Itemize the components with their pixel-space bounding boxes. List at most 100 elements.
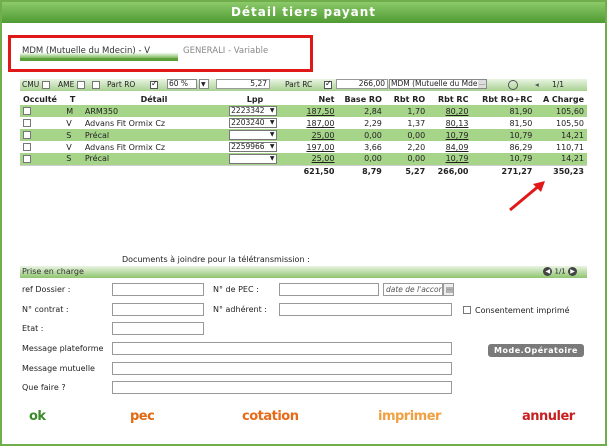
total-rbt-ro: 5,27	[384, 164, 429, 177]
message-plateforme-input[interactable]	[112, 342, 452, 355]
part-rc-value[interactable]: 266,00	[336, 79, 388, 89]
col-rbt-ro-rc: Rbt RO+RC	[482, 95, 533, 104]
ame-checkbox[interactable]	[76, 81, 85, 89]
no-contrat-label: N° contrat :	[22, 305, 69, 314]
row-type: V	[63, 117, 82, 129]
row-net[interactable]: 187,00	[283, 117, 338, 129]
tab-mdm[interactable]: MDM (Mutuelle du Mdecin) - V	[20, 44, 178, 61]
occulte-checkbox[interactable]	[23, 107, 31, 115]
row-rbt-rc[interactable]: 84,09	[428, 141, 472, 153]
row-type: S	[63, 153, 82, 165]
cmu-checkbox[interactable]	[41, 81, 50, 89]
consentement-checkbox[interactable]	[463, 306, 471, 314]
col-a-charge: A Charge	[542, 95, 584, 104]
row-type: V	[63, 141, 82, 153]
ok-button[interactable]: ok	[29, 409, 46, 424]
col-type: T	[69, 95, 76, 104]
lpp-select[interactable]: ▼	[229, 153, 278, 164]
cotation-button[interactable]: cotation	[242, 409, 299, 424]
occulte-checkbox[interactable]	[23, 143, 31, 151]
ame-label: AME	[58, 80, 75, 89]
row-rbt-total: 10,79	[471, 129, 536, 141]
options-bar: CMU AME Part RO 60 % ▼ 5,27 Part RC 266,…	[20, 79, 587, 91]
part-ro-value[interactable]: 5,27	[216, 79, 270, 89]
occulte-checkbox[interactable]	[23, 154, 31, 163]
totals-row: 621,50 8,79 5,27 266,00 271,27 350,23	[20, 164, 587, 177]
part-ro-percent-select[interactable]: 60 %	[167, 79, 197, 89]
col-rbt-rc: Rbt RC	[437, 95, 469, 104]
annuler-button[interactable]: annuler	[522, 409, 575, 424]
que-faire-label: Que faire ?	[22, 383, 66, 392]
part-rc-checkbox[interactable]	[324, 79, 332, 89]
row-detail: Précal	[81, 153, 227, 165]
next-icon[interactable]: ▶	[568, 267, 577, 276]
row-net[interactable]: 25,00	[283, 153, 338, 165]
part-rc-label: Part RC	[285, 80, 313, 89]
pec-button[interactable]: pec	[130, 409, 155, 424]
table-row[interactable]: S Précal ▼ 25,00 0,00 0,00 10,79 10,79 1…	[20, 153, 587, 165]
cmu-label: CMU	[22, 80, 40, 89]
tiers-payant-window: Détail tiers payant MDM (Mutuelle du Mde…	[0, 0, 607, 446]
tab-generali[interactable]: GENERALI - Variable	[183, 46, 268, 56]
lpp-select[interactable]: 2223342 ▼	[229, 106, 278, 116]
table-row[interactable]: M ARM350 2223342 ▼ 187,50 2,84 1,70 80,20…	[20, 105, 587, 117]
no-adherent-input[interactable]	[279, 303, 452, 316]
row-net[interactable]: 187,50	[283, 105, 338, 117]
part-ro-checkbox[interactable]	[92, 81, 100, 89]
mode-operatoire-button[interactable]: Mode.Opératoire	[488, 344, 584, 357]
table-row[interactable]: V Advans Fit Ormix Cz 2203240 ▼ 187,00 2,…	[20, 117, 587, 129]
que-faire-input[interactable]	[112, 381, 452, 394]
prise-en-charge-bar: Prise en charge ◀ 1/1 ▶	[20, 266, 587, 278]
documents-label: Documents à joindre pour la télétransmis…	[122, 255, 310, 264]
row-detail: Advans Fit Ormix Cz	[81, 141, 227, 153]
mutuelle-select[interactable]: MDM (Mutuelle du Mdecin)…	[389, 79, 487, 89]
imprimer-button[interactable]: imprimer	[378, 409, 441, 424]
row-rbt-rc[interactable]: 80,20	[428, 105, 472, 117]
ref-dossier-label: ref Dossier :	[22, 285, 71, 294]
row-rbt-total: 86,29	[471, 141, 536, 153]
refresh-icon[interactable]	[508, 80, 518, 90]
table-row[interactable]: S Précal ▼ 25,00 0,00 0,00 10,79 10,79 1…	[20, 129, 587, 141]
lpp-select[interactable]: 2259966 ▼	[229, 142, 278, 152]
col-detail: Détail	[140, 95, 168, 104]
row-rbt-rc[interactable]: 10,79	[428, 129, 472, 141]
row-rbt-total: 81,90	[471, 105, 536, 117]
table-row[interactable]: V Advans Fit Ormix Cz 2259966 ▼ 197,00 3,…	[20, 141, 587, 153]
prev-icon[interactable]: ◀	[543, 267, 553, 276]
occulte-checkbox[interactable]	[23, 131, 31, 139]
row-rbt-ro: 1,70	[384, 105, 429, 117]
row-base-ro: 2,84	[337, 105, 385, 117]
etat-input[interactable]	[112, 322, 204, 335]
ref-dossier-input[interactable]	[112, 283, 204, 296]
row-net[interactable]: 197,00	[283, 141, 338, 153]
calendar-icon[interactable]: ▤	[443, 283, 454, 296]
row-rbt-rc[interactable]: 80,13	[428, 117, 472, 129]
row-rbt-total: 10,79	[471, 153, 536, 165]
row-charge: 14,21	[535, 153, 587, 165]
row-base-ro: 3,66	[337, 141, 385, 153]
window-title: Détail tiers payant	[2, 2, 605, 23]
col-rbt-ro: Rbt RO	[393, 95, 426, 104]
no-adherent-label: N° adhérent :	[213, 305, 267, 314]
lpp-select[interactable]: ▼	[229, 130, 278, 140]
part-ro-enabled-checkbox[interactable]	[150, 79, 158, 89]
row-net[interactable]: 25,00	[283, 129, 338, 141]
row-detail: ARM350	[81, 105, 227, 117]
occulte-checkbox[interactable]	[23, 119, 31, 127]
detail-table: Occulté T Détail Lpp Net Base RO Rbt RO …	[20, 94, 587, 177]
mutuelle-select-dropdown-icon[interactable]: …	[478, 80, 486, 88]
no-pec-input[interactable]	[279, 283, 379, 296]
total-charge: 350,23	[535, 164, 587, 177]
no-contrat-input[interactable]	[112, 303, 204, 316]
row-rbt-rc[interactable]: 10,79	[428, 153, 472, 165]
part-ro-percent-dropdown[interactable]: ▼	[199, 79, 209, 89]
row-charge: 110,71	[535, 141, 587, 153]
col-lpp: Lpp	[246, 95, 264, 104]
message-plateforme-label: Message plateforme	[22, 344, 104, 353]
prise-en-charge-label: Prise en charge	[22, 267, 84, 276]
message-mutuelle-input[interactable]	[112, 362, 452, 375]
row-detail: Advans Fit Ormix Cz	[81, 117, 227, 129]
date-accord-input[interactable]: date de l'accord	[383, 283, 443, 296]
lpp-select[interactable]: 2203240 ▼	[229, 118, 278, 128]
col-base-ro: Base RO	[344, 95, 382, 104]
